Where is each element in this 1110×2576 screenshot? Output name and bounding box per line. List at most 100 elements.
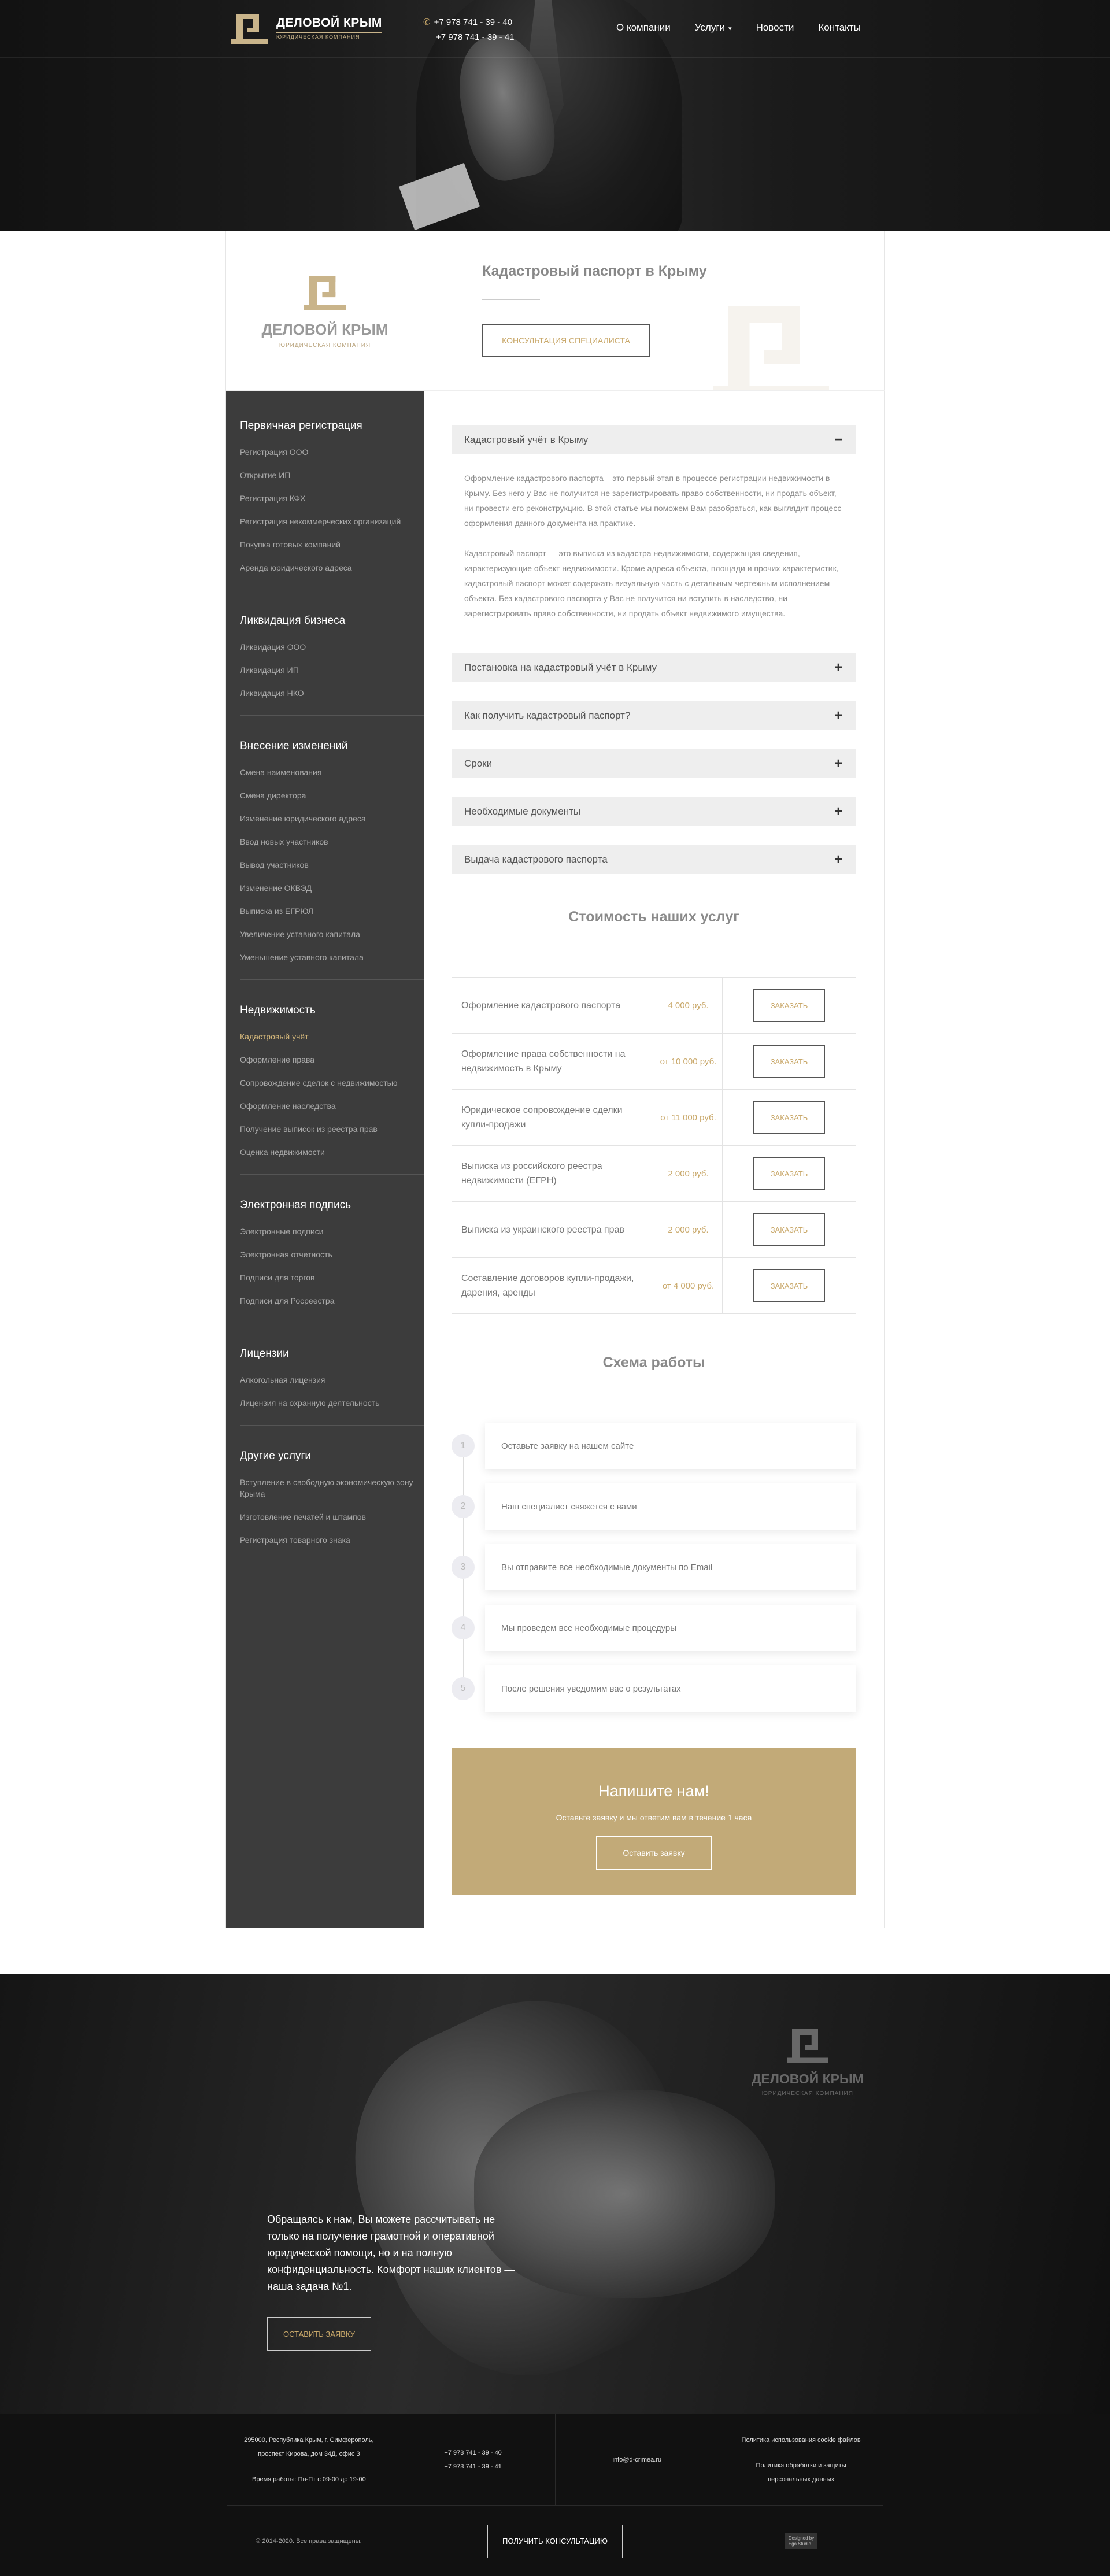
sidebar-item[interactable]: Кадастровый учёт bbox=[240, 1031, 413, 1042]
step-number: 2 bbox=[452, 1495, 475, 1518]
main-nav: О компании Услуги ▾ Новости Контакты bbox=[616, 22, 861, 34]
accordion-item[interactable]: Сроки + bbox=[452, 749, 856, 778]
step-number: 4 bbox=[452, 1616, 475, 1639]
sidebar-logo[interactable]: ДЕЛОВОЙ КРЫМ ЮРИДИЧЕСКАЯ КОМПАНИЯ bbox=[226, 231, 424, 391]
accordion-closed-list: Постановка на кадастровый учёт в Крыму + К… bbox=[452, 653, 856, 874]
sidebar-item[interactable]: Оформление права bbox=[240, 1054, 413, 1065]
sidebar-item[interactable]: Оформление наследства bbox=[240, 1100, 413, 1112]
sidebar-item[interactable]: Оценка недвижимости bbox=[240, 1146, 413, 1158]
sidebar-item[interactable]: Ввод новых участников bbox=[240, 836, 413, 847]
sidebar-item[interactable]: Ликвидация ООО bbox=[240, 641, 413, 653]
steps-title: Схема работы bbox=[602, 1354, 705, 1371]
sidebar-item[interactable]: Смена директора bbox=[240, 790, 413, 801]
accordion-item[interactable]: Как получить кадастровый паспорт? + bbox=[452, 701, 856, 730]
site-header: ДЕЛОВОЙ КРЫМ ЮРИДИЧЕСКАЯ КОМПАНИЯ ✆ +7 97… bbox=[0, 0, 1110, 58]
accordion-paragraph: Оформление кадастрового паспорта – это п… bbox=[464, 473, 842, 528]
order-button[interactable]: ЗАКАЗАТЬ bbox=[753, 1157, 825, 1190]
hero-banner: ДЕЛОВОЙ КРЫМ ЮРИДИЧЕСКАЯ КОМПАНИЯ ✆ +7 97… bbox=[0, 0, 1110, 231]
order-button[interactable]: ЗАКАЗАТЬ bbox=[753, 1101, 825, 1134]
sidebar-item[interactable]: Вывод участников bbox=[240, 859, 413, 871]
sidebar-item[interactable]: Получение выписок из реестра прав bbox=[240, 1123, 413, 1135]
price-service: Оформление кадастрового паспорта bbox=[452, 977, 654, 1034]
sidebar-item[interactable]: Регистрация некоммерческих организаций bbox=[240, 516, 413, 527]
leave-request-button[interactable]: ОСТАВИТЬ ЗАЯВКУ bbox=[267, 2317, 371, 2351]
header-phone-1[interactable]: +7 978 741 - 39 - 40 bbox=[434, 17, 513, 27]
consult-button[interactable]: КОНСУЛЬТАЦИЯ СПЕЦИАЛИСТА bbox=[482, 324, 650, 357]
order-button[interactable]: ЗАКАЗАТЬ bbox=[753, 1045, 825, 1078]
price-value: от 11 000 руб. bbox=[654, 1089, 723, 1146]
sidebar-item[interactable]: Открытие ИП bbox=[240, 469, 413, 481]
nav-news[interactable]: Новости bbox=[756, 22, 794, 34]
price-order-cell: ЗАКАЗАТЬ bbox=[722, 1033, 856, 1090]
cookie-policy-link[interactable]: Политика использования cookie файлов bbox=[742, 2433, 861, 2447]
sidebar-item[interactable]: Изготовление печатей и штампов bbox=[240, 1511, 413, 1523]
accordion-item[interactable]: Необходимые документы + bbox=[452, 797, 856, 826]
sidebar-menu: Первичная регистрация Регистрация ООО Откр… bbox=[226, 391, 424, 1928]
accordion-title: Кадастровый учёт в Крыму bbox=[464, 434, 589, 445]
sidebar-item[interactable]: Уменьшение уставного капитала bbox=[240, 952, 413, 963]
page-header: Кадастровый паспорт в Крыму КОНСУЛЬТАЦИЯ… bbox=[424, 231, 885, 391]
price-order-cell: ЗАКАЗАТЬ bbox=[722, 1201, 856, 1258]
sidebar-group-title: Внесение изменений bbox=[240, 740, 348, 752]
sidebar-item[interactable]: Ликвидация НКО bbox=[240, 687, 413, 699]
sidebar-item[interactable]: Электронные подписи bbox=[240, 1226, 413, 1237]
sidebar-item[interactable]: Алкогольная лицензия bbox=[240, 1374, 413, 1386]
sidebar-item[interactable]: Увеличение уставного капитала bbox=[240, 928, 413, 940]
header-phone-2[interactable]: +7 978 741 - 39 - 41 bbox=[436, 32, 515, 42]
order-button[interactable]: ЗАКАЗАТЬ bbox=[753, 1213, 825, 1246]
footer-phone-1[interactable]: +7 978 741 - 39 - 40 bbox=[444, 2446, 501, 2460]
sidebar-item[interactable]: Электронная отчетность bbox=[240, 1249, 413, 1260]
step-card: 4 Мы проведем все необходимые процедуры bbox=[452, 1605, 856, 1651]
accordion-title: Как получить кадастровый паспорт? bbox=[464, 710, 631, 721]
price-row: Юридическое сопровождение сделки купли-п… bbox=[452, 1089, 856, 1146]
get-consultation-button[interactable]: ПОЛУЧИТЬ КОНСУЛЬТАЦИЮ bbox=[487, 2524, 623, 2558]
step-card: 3 Вы отправите все необходимые документы … bbox=[452, 1544, 856, 1590]
nav-services[interactable]: Услуги ▾ bbox=[695, 22, 732, 34]
step-text: Наш специалист свяжется с вами bbox=[501, 1501, 637, 1512]
header-logo[interactable]: ДЕЛОВОЙ КРЫМ ЮРИДИЧЕСКАЯ КОМПАНИЯ bbox=[231, 12, 382, 44]
nav-contacts[interactable]: Контакты bbox=[818, 22, 860, 34]
sidebar-item[interactable]: Смена наименования bbox=[240, 767, 413, 778]
footer-email-link[interactable]: info@d-crimea.ru bbox=[613, 2453, 662, 2467]
accordion-item[interactable]: Постановка на кадастровый учёт в Крыму + bbox=[452, 653, 856, 682]
sidebar-logo-mark-icon bbox=[304, 276, 346, 310]
accordion-title: Выдача кадастрового паспорта bbox=[464, 854, 608, 865]
developer-line: Designed by bbox=[788, 2535, 815, 2541]
price-row: Выписка из украинского реестра прав 2 000… bbox=[452, 1201, 856, 1258]
sidebar-item[interactable]: Покупка готовых компаний bbox=[240, 539, 413, 550]
sidebar-item[interactable]: Выписка из ЕГРЮЛ bbox=[240, 905, 413, 917]
footer-phone-2[interactable]: +7 978 741 - 39 - 41 bbox=[444, 2460, 501, 2474]
footer-address-line: 295000, Республика Крым, г. Симферополь, bbox=[244, 2436, 374, 2444]
privacy-policy-link[interactable]: Политика обработки и защиты персональных… bbox=[749, 2459, 853, 2486]
sidebar-item[interactable]: Вступление в свободную экономическую зон… bbox=[240, 1476, 413, 1500]
sidebar-item[interactable]: Изменение ОКВЭД bbox=[240, 882, 413, 894]
sidebar-item[interactable]: Ликвидация ИП bbox=[240, 664, 413, 676]
footer-address: 295000, Республика Крым, г. Симферополь,… bbox=[227, 2414, 391, 2505]
cta-button[interactable]: Оставить заявку bbox=[596, 1836, 712, 1870]
sidebar-group: Лицензии Алкогольная лицензия Лицензия на … bbox=[240, 1348, 424, 1409]
price-value: 4 000 руб. bbox=[654, 977, 723, 1034]
plus-icon: + bbox=[834, 852, 842, 867]
sidebar-item[interactable]: Лицензия на охранную деятельность bbox=[240, 1397, 413, 1409]
plus-icon: + bbox=[834, 756, 842, 771]
sidebar-item[interactable]: Изменение юридического адреса bbox=[240, 813, 413, 824]
sidebar-item[interactable]: Сопровождение сделок с недвижимостью bbox=[240, 1077, 413, 1089]
sidebar-item[interactable]: Регистрация КФХ bbox=[240, 493, 413, 504]
accordion-item[interactable]: Выдача кадастрового паспорта + bbox=[452, 845, 856, 874]
sidebar-group: Недвижимость Кадастровый учёт Оформление п… bbox=[240, 1004, 424, 1158]
sidebar-item[interactable]: Подписи для торгов bbox=[240, 1272, 413, 1283]
accordion-item-open[interactable]: Кадастровый учёт в Крыму − bbox=[452, 425, 856, 454]
sidebar-item[interactable]: Регистрация товарного знака bbox=[240, 1534, 413, 1546]
footer-email: info@d-crimea.ru bbox=[556, 2414, 720, 2505]
cta-title: Напишите нам! bbox=[598, 1782, 709, 1800]
sidebar-item[interactable]: Аренда юридического адреса bbox=[240, 562, 413, 573]
step-text: Мы проведем все необходимые процедуры bbox=[501, 1623, 677, 1633]
sidebar-group: Другие услуги Вступление в свободную экон… bbox=[240, 1450, 424, 1546]
order-button[interactable]: ЗАКАЗАТЬ bbox=[753, 989, 825, 1022]
developer-link[interactable]: Designed by Ego Studio bbox=[785, 2533, 818, 2549]
sidebar-item[interactable]: Регистрация ООО bbox=[240, 446, 413, 458]
nav-about[interactable]: О компании bbox=[616, 22, 671, 34]
sidebar-group: Электронная подпись Электронные подписи Эл… bbox=[240, 1199, 424, 1306]
order-button[interactable]: ЗАКАЗАТЬ bbox=[753, 1269, 825, 1302]
sidebar-item[interactable]: Подписи для Росреестра bbox=[240, 1295, 413, 1306]
